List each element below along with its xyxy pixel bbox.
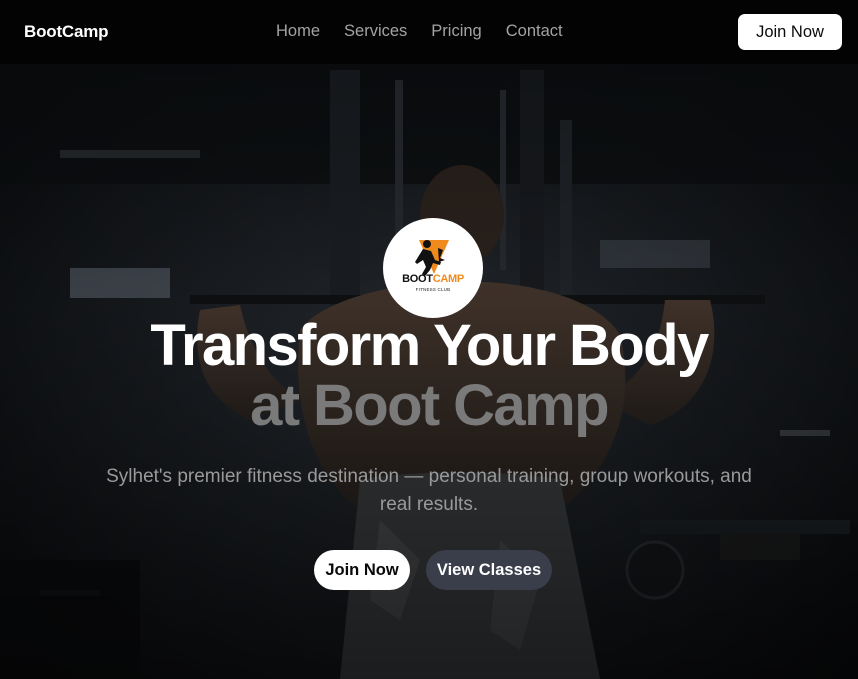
- nav-link-home[interactable]: Home: [276, 22, 320, 41]
- logo-wordmark-camp: CAMP: [432, 273, 465, 285]
- nav-join-now-button[interactable]: Join Now: [738, 14, 842, 50]
- nav-link-contact[interactable]: Contact: [506, 22, 563, 41]
- hero-join-now-button[interactable]: Join Now: [314, 550, 410, 590]
- logo-wordmark-boot: BOOT: [402, 273, 433, 285]
- hero-headline: Transform Your Body at Boot Camp: [0, 316, 858, 436]
- hero-view-classes-button[interactable]: View Classes: [426, 550, 552, 590]
- brand-logo-text[interactable]: BootCamp: [24, 22, 109, 42]
- nav-links: Home Services Pricing Contact: [276, 22, 563, 41]
- logo-tagline: FITNESS CLUB: [415, 287, 451, 292]
- nav-link-services[interactable]: Services: [344, 22, 407, 41]
- hero-headline-line1: Transform Your Body: [150, 313, 709, 378]
- navbar: BootCamp Home Services Pricing Contact J…: [0, 0, 858, 64]
- hero-headline-line2: at Boot Camp: [250, 373, 609, 438]
- nav-link-pricing[interactable]: Pricing: [431, 22, 481, 41]
- logo-wordmark: BOOTCAMP: [383, 273, 483, 285]
- running-athlete-icon: [415, 240, 449, 276]
- bootcamp-logo-badge: BOOTCAMP FITNESS CLUB: [383, 218, 483, 318]
- hero-subtitle: Sylhet's premier fitness destination — p…: [106, 466, 752, 515]
